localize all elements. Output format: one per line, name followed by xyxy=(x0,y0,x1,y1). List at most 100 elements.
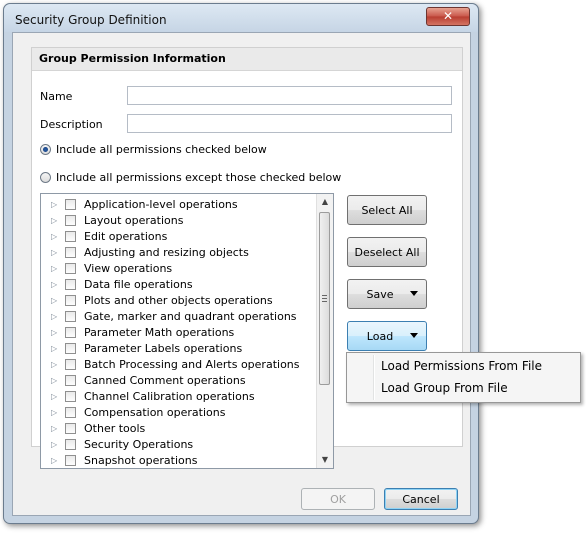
expand-arrow-icon[interactable]: ▷ xyxy=(51,248,59,257)
tree-item[interactable]: ▷ Security Operations xyxy=(41,436,193,452)
ok-button[interactable]: OK xyxy=(301,488,375,510)
tree-item-checkbox[interactable] xyxy=(65,262,76,274)
expand-arrow-icon[interactable]: ▷ xyxy=(51,296,59,305)
expand-arrow-icon[interactable]: ▷ xyxy=(51,360,59,369)
tree-item-checkbox[interactable] xyxy=(65,198,76,210)
tree-item[interactable]: ▷ Channel Calibration operations xyxy=(41,388,255,404)
tree-item-label: Batch Processing and Alerts operations xyxy=(84,357,300,371)
select-all-button[interactable]: Select All xyxy=(347,195,427,225)
expand-arrow-icon[interactable]: ▷ xyxy=(51,424,59,433)
menu-item-load-permissions[interactable]: Load Permissions From File xyxy=(381,359,542,373)
expand-arrow-icon[interactable]: ▷ xyxy=(51,264,59,273)
radio-include-label: Include all permissions checked below xyxy=(56,143,267,156)
save-label: Save xyxy=(366,287,394,301)
tree-item-checkbox[interactable] xyxy=(65,422,76,434)
radio-exclude-button[interactable] xyxy=(40,172,51,183)
tree-item-label: Plots and other objects operations xyxy=(84,293,273,307)
expand-arrow-icon[interactable]: ▷ xyxy=(51,312,59,321)
expand-arrow-icon[interactable]: ▷ xyxy=(51,344,59,353)
tree-item-label: Edit operations xyxy=(84,229,168,243)
permissions-tree[interactable]: ▷ Application-level operations ▷ Layout ope… xyxy=(40,193,334,469)
tree-item[interactable]: ▷ Plots and other objects operations xyxy=(41,292,273,308)
tree-scrollbar[interactable]: ▲ ▼ xyxy=(316,194,333,468)
chevron-down-icon xyxy=(410,291,418,296)
chevron-down-icon xyxy=(410,333,418,338)
tree-item-label: Canned Comment operations xyxy=(84,373,246,387)
tree-item-label: Snapshot operations xyxy=(84,453,198,467)
tree-item-checkbox[interactable] xyxy=(65,326,76,338)
tree-item-checkbox[interactable] xyxy=(65,374,76,386)
tree-item[interactable]: ▷ Application-level operations xyxy=(41,196,238,212)
radio-include-option[interactable]: Include all permissions checked below xyxy=(40,143,267,156)
expand-arrow-icon[interactable]: ▷ xyxy=(51,376,59,385)
radio-include-button[interactable] xyxy=(40,144,51,155)
load-dropdown-menu: Load Permissions From File Load Group Fr… xyxy=(346,352,581,403)
deselect-all-button[interactable]: Deselect All xyxy=(347,237,427,267)
menu-item-load-group[interactable]: Load Group From File xyxy=(381,381,508,395)
tree-item-label: Gate, marker and quadrant operations xyxy=(84,309,297,323)
tree-item-label: Channel Calibration operations xyxy=(84,389,255,403)
load-label: Load xyxy=(366,329,394,343)
expand-arrow-icon[interactable]: ▷ xyxy=(51,440,59,449)
tree-item[interactable]: ▷ View operations xyxy=(41,260,172,276)
name-field[interactable] xyxy=(127,86,452,105)
description-label: Description xyxy=(40,118,103,131)
tree-item-checkbox[interactable] xyxy=(65,246,76,258)
tree-item-checkbox[interactable] xyxy=(65,390,76,402)
radio-exclude-option[interactable]: Include all permissions except those che… xyxy=(40,171,341,184)
tree-item-checkbox[interactable] xyxy=(65,278,76,290)
scroll-thumb[interactable] xyxy=(319,212,330,385)
tree-item-label: Other tools xyxy=(84,421,146,435)
description-field[interactable] xyxy=(127,114,452,133)
tree-item[interactable]: ▷ Compensation operations xyxy=(41,404,225,420)
tree-item[interactable]: ▷ Data file operations xyxy=(41,276,193,292)
scroll-down-icon[interactable]: ▼ xyxy=(317,452,333,468)
tree-item-label: Data file operations xyxy=(84,277,193,291)
tree-item[interactable]: ▷ Parameter Math operations xyxy=(41,324,234,340)
tree-item-checkbox[interactable] xyxy=(65,342,76,354)
tree-item[interactable]: ▷ Canned Comment operations xyxy=(41,372,246,388)
load-button[interactable]: Load xyxy=(347,321,427,351)
grip-line xyxy=(322,298,327,299)
tree-item[interactable]: ▷ Other tools xyxy=(41,420,145,436)
expand-arrow-icon[interactable]: ▷ xyxy=(51,216,59,225)
tree-item[interactable]: ▷ Batch Processing and Alerts operations xyxy=(41,356,300,372)
title-bar[interactable]: Security Group Definition ✕ xyxy=(4,4,478,32)
tree-item[interactable]: ▷ Layout operations xyxy=(41,212,183,228)
tree-item[interactable]: ▷ Snapshot operations xyxy=(41,452,197,468)
tree-item[interactable]: ▷ Adjusting and resizing objects xyxy=(41,244,249,260)
tree-item-label: Parameter Math operations xyxy=(84,325,235,339)
scroll-up-icon[interactable]: ▲ xyxy=(317,194,333,210)
cancel-button[interactable]: Cancel xyxy=(384,488,458,510)
panel-header: Group Permission Information xyxy=(32,48,462,71)
save-button[interactable]: Save xyxy=(347,279,427,309)
expand-arrow-icon[interactable]: ▷ xyxy=(51,280,59,289)
tree-item-checkbox[interactable] xyxy=(65,438,76,450)
tree-item-checkbox[interactable] xyxy=(65,454,76,466)
tree-item-checkbox[interactable] xyxy=(65,230,76,242)
expand-arrow-icon[interactable]: ▷ xyxy=(51,456,59,465)
tree-item[interactable]: ▷ Parameter Labels operations xyxy=(41,340,242,356)
dialog-title: Security Group Definition xyxy=(15,13,167,27)
grip-line xyxy=(322,301,327,302)
expand-arrow-icon[interactable]: ▷ xyxy=(51,232,59,241)
tree-item-label: View operations xyxy=(84,261,173,275)
tree-item-checkbox[interactable] xyxy=(65,294,76,306)
expand-arrow-icon[interactable]: ▷ xyxy=(51,328,59,337)
expand-arrow-icon[interactable]: ▷ xyxy=(51,200,59,209)
expand-arrow-icon[interactable]: ▷ xyxy=(51,392,59,401)
tree-item-checkbox[interactable] xyxy=(65,214,76,226)
tree-item-label: Layout operations xyxy=(84,213,184,227)
close-icon[interactable]: ✕ xyxy=(426,7,470,26)
radio-exclude-label: Include all permissions except those che… xyxy=(56,171,342,184)
tree-item[interactable]: ▷ Edit operations xyxy=(41,228,167,244)
tree-item-label: Compensation operations xyxy=(84,405,226,419)
menu-gutter xyxy=(373,355,375,400)
tree-item-checkbox[interactable] xyxy=(65,358,76,370)
expand-arrow-icon[interactable]: ▷ xyxy=(51,408,59,417)
tree-item-label: Application-level operations xyxy=(84,197,238,211)
tree-item-label: Security Operations xyxy=(84,437,194,451)
tree-item-checkbox[interactable] xyxy=(65,406,76,418)
tree-item[interactable]: ▷ Gate, marker and quadrant operations xyxy=(41,308,297,324)
tree-item-checkbox[interactable] xyxy=(65,310,76,322)
